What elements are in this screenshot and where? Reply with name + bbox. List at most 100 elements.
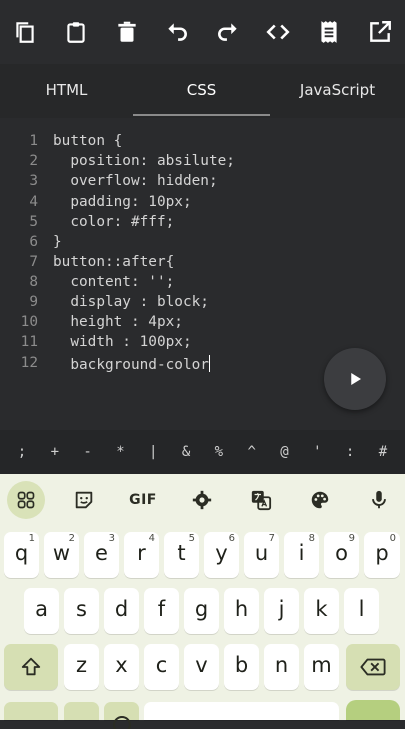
copy-icon — [16, 22, 34, 43]
comma-key[interactable] — [64, 702, 99, 720]
open-external-button[interactable] — [363, 15, 397, 49]
code-line: 10 height : 4px; — [0, 314, 405, 334]
trash-icon — [117, 21, 136, 42]
code-line: 8 content: ''; — [0, 274, 405, 294]
line-number: 4 — [29, 194, 38, 210]
key-a[interactable]: a — [24, 588, 59, 634]
key-h[interactable]: h — [224, 588, 259, 634]
theme-button[interactable] — [302, 482, 338, 518]
key-hint: 8 — [308, 533, 315, 544]
key-i[interactable]: i8 — [284, 532, 319, 578]
line-number: 8 — [29, 274, 38, 290]
key-hint: 3 — [108, 533, 115, 544]
key-x[interactable]: x — [104, 644, 139, 690]
symbol-key[interactable]: ; — [12, 444, 32, 460]
key-w[interactable]: w2 — [44, 532, 79, 578]
key-t[interactable]: t5 — [164, 532, 199, 578]
key-hint: 4 — [148, 533, 155, 544]
code-line: 2 position: absilute; — [0, 153, 405, 173]
key-hint: 6 — [228, 533, 235, 544]
line-text: content: ''; — [53, 274, 175, 290]
copy-button[interactable] — [8, 15, 42, 49]
tab-html[interactable]: HTML — [0, 64, 133, 118]
log-button[interactable] — [312, 15, 346, 49]
symbol-key[interactable]: | — [143, 444, 163, 460]
symbol-key[interactable]: % — [209, 444, 229, 460]
key-o[interactable]: o9 — [324, 532, 359, 578]
keyboard-settings-button[interactable] — [184, 482, 220, 518]
key-y[interactable]: y6 — [204, 532, 239, 578]
key-label: r — [137, 541, 146, 565]
line-text: padding: 10px; — [53, 194, 192, 210]
tab-javascript[interactable]: JavaScript — [270, 64, 405, 118]
shift-key[interactable] — [4, 644, 58, 690]
key-r[interactable]: r4 — [124, 532, 159, 578]
key-j[interactable]: j — [264, 588, 299, 634]
key-p[interactable]: p0 — [364, 532, 400, 578]
gif-button[interactable]: GIF — [125, 482, 161, 518]
key-label: c — [155, 653, 168, 677]
paste-button[interactable] — [59, 15, 93, 49]
play-icon — [351, 373, 361, 385]
key-z[interactable]: z — [64, 644, 99, 690]
symbol-key[interactable]: # — [373, 444, 393, 460]
redo-button[interactable] — [211, 15, 245, 49]
key-q[interactable]: q1 — [4, 532, 39, 578]
run-button[interactable] — [324, 348, 386, 410]
symbols-key[interactable] — [4, 702, 58, 720]
symbol-key[interactable]: & — [176, 444, 196, 460]
key-l[interactable]: l — [344, 588, 379, 634]
symbol-key[interactable]: - — [78, 444, 98, 460]
apps-grid-button[interactable] — [7, 481, 45, 519]
line-text: display : block; — [53, 294, 209, 310]
line-text: overflow: hidden; — [53, 173, 218, 189]
key-label: x — [115, 653, 128, 677]
microphone-icon — [372, 490, 386, 509]
key-f[interactable]: f — [144, 588, 179, 634]
key-e[interactable]: e3 — [84, 532, 119, 578]
voice-input-button[interactable] — [361, 482, 397, 518]
key-n[interactable]: n — [264, 644, 299, 690]
key-g[interactable]: g — [184, 588, 219, 634]
symbol-key[interactable]: * — [110, 444, 130, 460]
key-label: m — [311, 653, 332, 677]
line-text: height : 4px; — [53, 314, 183, 330]
key-label: j — [278, 597, 285, 621]
symbol-key[interactable]: ' — [307, 444, 327, 460]
soft-keyboard: GIF q1 w2 e3 r4 t5 y6 u7 i8 o9 p0 a s d … — [0, 474, 405, 729]
code-button[interactable] — [261, 15, 295, 49]
key-c[interactable]: c — [144, 644, 179, 690]
symbol-key[interactable]: @ — [275, 444, 295, 460]
gear-icon — [192, 490, 212, 510]
tab-css[interactable]: CSS — [133, 64, 270, 118]
undo-button[interactable] — [160, 15, 194, 49]
line-number: 2 — [29, 153, 38, 169]
key-v[interactable]: v — [184, 644, 219, 690]
key-b[interactable]: b — [224, 644, 259, 690]
key-u[interactable]: u7 — [244, 532, 279, 578]
key-k[interactable]: k — [304, 588, 339, 634]
line-text: } — [53, 234, 62, 250]
key-hint: 1 — [28, 533, 35, 544]
code-icon — [266, 24, 291, 40]
sticker-button[interactable] — [66, 482, 102, 518]
enter-key[interactable] — [346, 700, 400, 720]
translate-icon — [251, 490, 272, 511]
symbol-key[interactable]: + — [45, 444, 65, 460]
key-d[interactable]: d — [104, 588, 139, 634]
key-m[interactable]: m — [304, 644, 339, 690]
space-key[interactable] — [144, 702, 339, 720]
symbol-key[interactable]: ^ — [242, 444, 262, 460]
emoji-icon — [112, 716, 131, 729]
key-s[interactable]: s — [64, 588, 99, 634]
delete-button[interactable] — [110, 15, 144, 49]
code-line: 7 button::after{ — [0, 254, 405, 274]
key-label: e — [95, 541, 108, 565]
backspace-key[interactable] — [346, 644, 400, 690]
key-label: z — [75, 653, 88, 677]
symbol-key[interactable]: : — [340, 444, 360, 460]
emoji-key[interactable] — [104, 702, 139, 729]
line-text-with-cursor: background-color — [53, 355, 211, 373]
active-tab-indicator — [133, 114, 270, 116]
translate-button[interactable] — [243, 482, 279, 518]
